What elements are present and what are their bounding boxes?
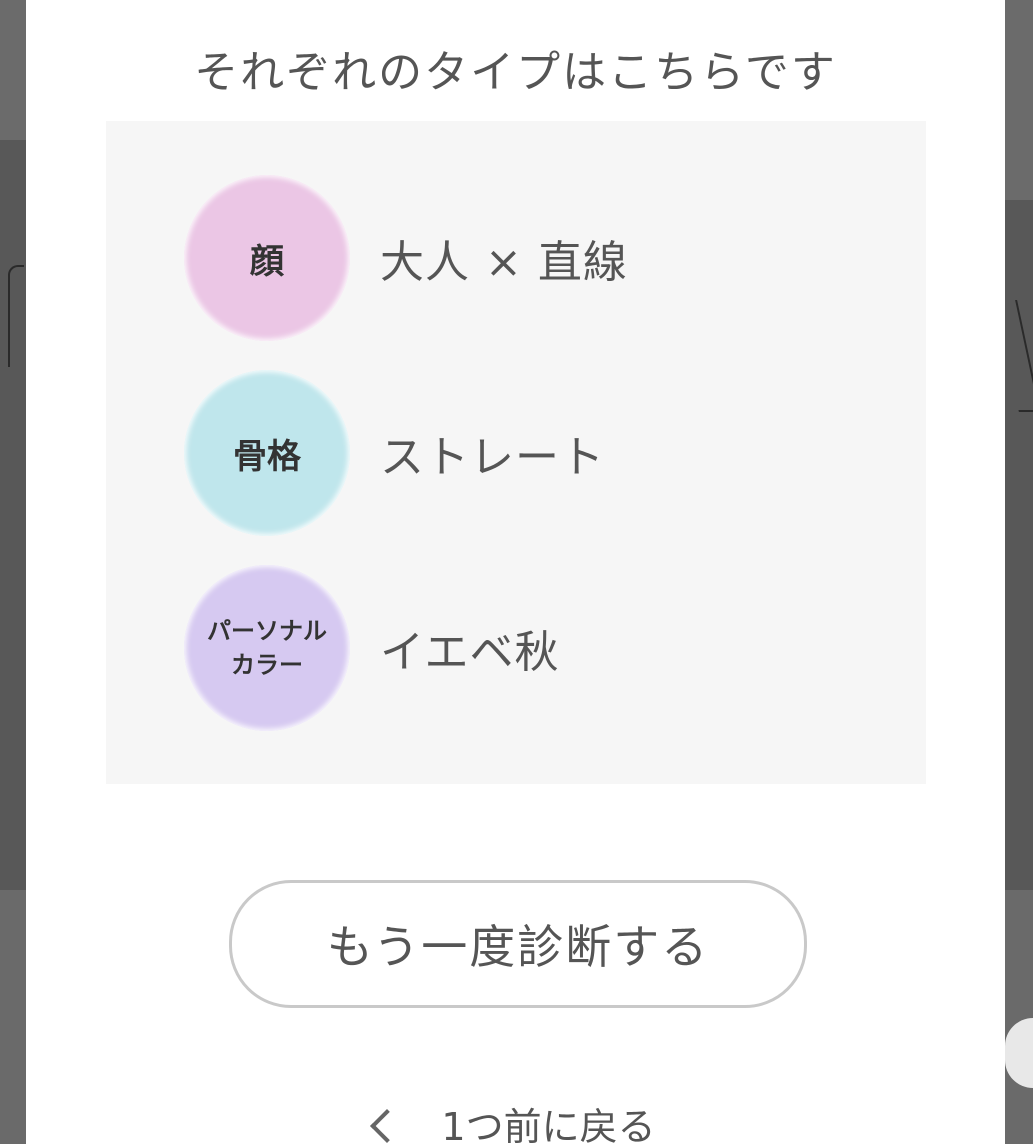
retry-diagnosis-button[interactable]: もう一度診断する: [229, 880, 807, 1008]
skeleton-type-value: ストレート: [380, 432, 605, 483]
result-row-face: 顔 大人 × 直線: [184, 175, 884, 341]
modal-title: それぞれのタイプはこちらです: [194, 47, 837, 98]
result-modal: それぞれのタイプはこちらです 顔 大人 × 直線 骨格 ストレート パーソナル …: [26, 0, 1005, 1144]
personal-color-badge-line2: カラー: [231, 651, 303, 679]
skeleton-badge-label: 骨格: [233, 436, 301, 477]
background-overlay-left: [0, 0, 26, 1144]
personal-color-badge-line1: パーソナル: [207, 617, 327, 645]
back-link-label: 1つ前に戻る: [441, 1105, 656, 1144]
personal-color-value: イエベ秋: [380, 627, 560, 678]
background-illustration-left: [8, 265, 24, 367]
skeleton-badge: 骨格: [184, 370, 350, 536]
result-row-personal-color: パーソナル カラー イエベ秋: [184, 565, 884, 731]
face-badge: 顔: [184, 175, 350, 341]
result-panel: 顔 大人 × 直線 骨格 ストレート パーソナル カラー イエベ秋: [106, 121, 926, 784]
personal-color-badge: パーソナル カラー: [184, 565, 350, 731]
result-row-skeleton: 骨格 ストレート: [184, 370, 884, 536]
chevron-left-icon: [370, 1108, 405, 1143]
background-overlay-right: [1005, 0, 1033, 1144]
face-type-value: 大人 × 直線: [380, 237, 628, 288]
back-link[interactable]: 1つ前に戻る: [26, 1096, 1005, 1144]
face-badge-label: 顔: [250, 241, 284, 282]
retry-diagnosis-label: もう一度診断する: [326, 920, 710, 974]
